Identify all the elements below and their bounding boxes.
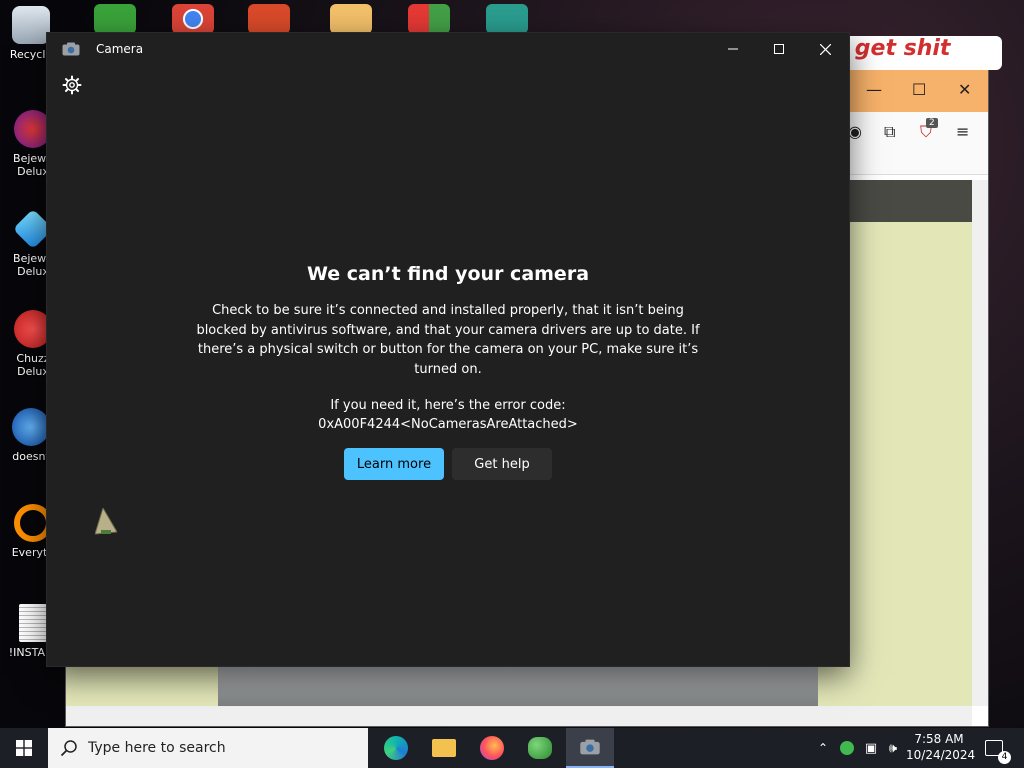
camera-error-panel: We can’t find your camera Check to be su… (47, 263, 849, 480)
character-icon[interactable] (486, 4, 528, 34)
account-icon[interactable]: ◉ (848, 122, 862, 141)
taskbar-camera[interactable] (566, 728, 614, 768)
maximize-icon[interactable]: ☐ (912, 80, 926, 99)
taskbar-people[interactable] (516, 728, 564, 768)
learn-more-button[interactable]: Learn more (344, 448, 444, 480)
notification-count-badge: 4 (998, 751, 1011, 764)
cursor-icon (95, 508, 117, 535)
extension-badge: 2 (926, 118, 938, 128)
network-icon[interactable]: ▣ (860, 728, 882, 768)
minimize-button[interactable] (710, 33, 756, 65)
recycle-bin-icon (12, 6, 50, 44)
error-description: Check to be sure it’s connected and inst… (196, 303, 700, 377)
taskbar-clock[interactable]: 7:58 AM 10/24/2024 (906, 731, 976, 763)
search-icon (60, 740, 77, 757)
thunderbird-icon (12, 408, 50, 446)
start-button[interactable] (0, 728, 48, 768)
error-code-label: If you need it, here’s the error code: (330, 398, 566, 413)
window-title: Camera (96, 42, 144, 56)
camera-icon (580, 739, 600, 755)
minimize-icon (728, 48, 738, 50)
people-app-icon[interactable] (94, 4, 136, 34)
person-icon (840, 741, 854, 755)
notification-icon: 4 (985, 740, 1011, 764)
error-actions: Learn more Get help (47, 448, 849, 480)
taskbar: Type here to search ⌃ ▣ 🕪 7:58 AM 10/24/… (0, 728, 1024, 768)
close-icon[interactable]: ✕ (958, 80, 971, 99)
search-placeholder: Type here to search (88, 740, 226, 756)
error-code: 0xA00F4244<NoCamerasAreAttached> (318, 417, 578, 432)
maximize-icon (774, 44, 784, 54)
app-icon[interactable] (408, 4, 450, 34)
taskbar-edge[interactable] (372, 728, 420, 768)
people-icon (528, 737, 552, 759)
show-hidden-icons-chevron-icon[interactable]: ⌃ (814, 728, 832, 768)
close-button[interactable] (802, 33, 848, 65)
edge-icon (384, 736, 408, 760)
extensions-icon[interactable]: ⧉ (884, 122, 895, 142)
folder-icon (432, 739, 456, 757)
camera-titlebar: Camera (47, 33, 849, 67)
firefox-icon (480, 736, 504, 760)
chrome-icon[interactable] (172, 4, 214, 34)
scribble-text: o get shit (826, 36, 1002, 70)
get-help-button[interactable]: Get help (452, 448, 552, 480)
app-icon[interactable] (330, 4, 372, 34)
error-heading: We can’t find your camera (306, 263, 590, 285)
text-file-icon (19, 604, 47, 642)
volume-icon[interactable]: 🕪 (882, 728, 904, 768)
menu-icon[interactable]: ≡ (956, 122, 969, 141)
taskbar-firefox[interactable] (468, 728, 516, 768)
camera-window: Camera We can’t find your camera Check t… (47, 33, 849, 666)
vertical-scrollbar[interactable] (972, 180, 988, 706)
app-icon[interactable] (248, 4, 290, 34)
taskbar-search-box[interactable]: Type here to search (48, 728, 368, 768)
minimize-icon[interactable]: — (866, 80, 882, 99)
close-icon (819, 43, 831, 55)
clock-time: 7:58 AM (914, 732, 964, 746)
maximize-button[interactable] (756, 33, 802, 65)
horizontal-scrollbar[interactable] (66, 706, 972, 726)
page-photo (218, 666, 818, 706)
clock-date: 10/24/2024 (906, 748, 976, 762)
camera-app-icon (62, 42, 80, 56)
notification-center-button[interactable]: 4 (980, 728, 1011, 768)
windows-logo-icon (16, 740, 32, 756)
tray-people-icon[interactable] (836, 728, 858, 768)
taskbar-file-explorer[interactable] (420, 728, 468, 768)
settings-gear-icon[interactable] (62, 75, 82, 95)
